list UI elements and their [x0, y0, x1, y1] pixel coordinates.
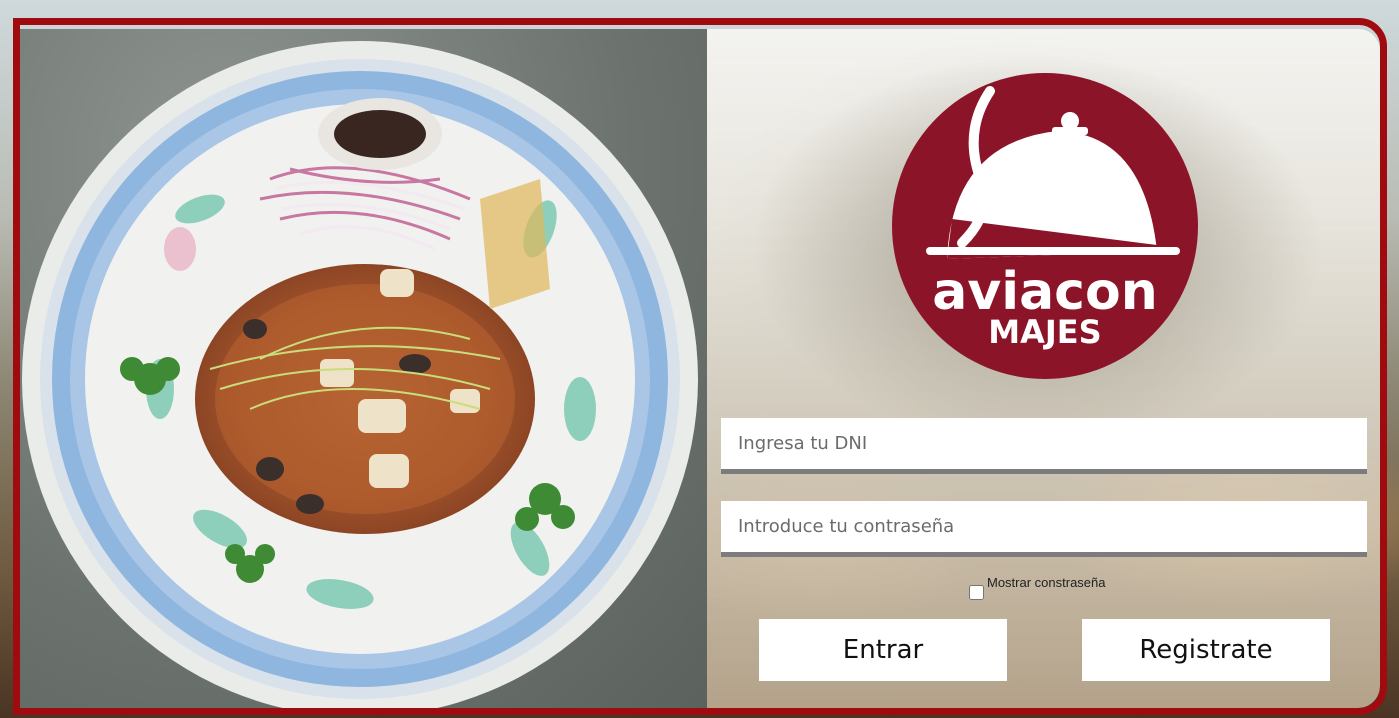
register-button[interactable]: Registrate: [1082, 619, 1330, 681]
dni-input[interactable]: [721, 418, 1367, 474]
aviacon-majes-logo: aviacon MAJES: [892, 73, 1198, 379]
logo-location-text: MAJES: [988, 313, 1101, 351]
food-photo: [20, 29, 707, 708]
password-input[interactable]: [721, 501, 1367, 557]
login-card: aviacon MAJES Mostrar constraseña Entrar…: [13, 18, 1387, 715]
show-password-label[interactable]: Mostrar constraseña: [987, 575, 1106, 590]
login-form-panel: aviacon MAJES Mostrar constraseña Entrar…: [707, 29, 1380, 708]
show-password-checkbox[interactable]: [969, 585, 984, 600]
enter-button[interactable]: Entrar: [759, 619, 1007, 681]
food-plate-illustration: [22, 41, 698, 708]
